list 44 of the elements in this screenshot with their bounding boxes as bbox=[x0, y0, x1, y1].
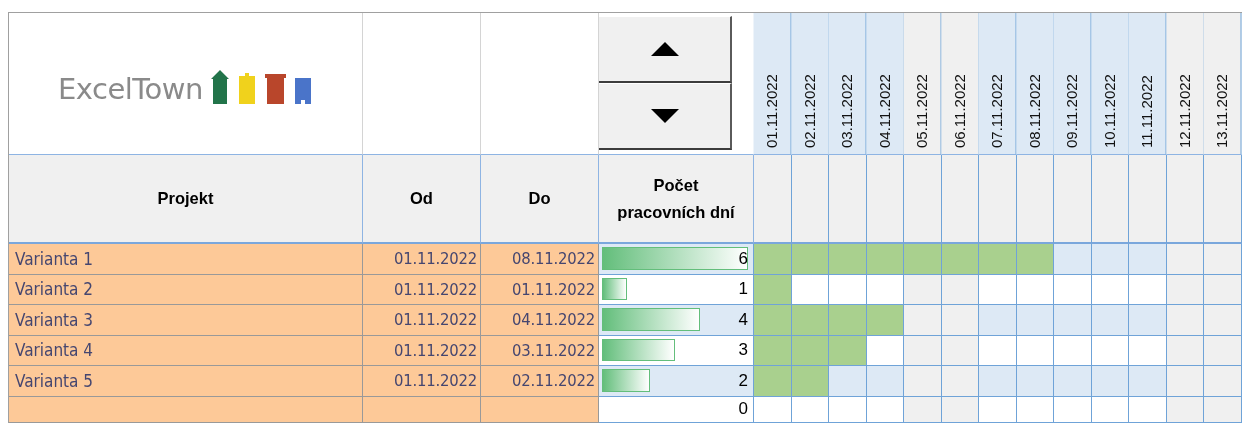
date-header: 01.11.2022 bbox=[754, 13, 792, 155]
workday-count: 4 bbox=[738, 309, 748, 330]
start-date: 01.11.2022 bbox=[363, 335, 481, 366]
date-header: 04.11.2022 bbox=[866, 13, 904, 155]
workday-count: 6 bbox=[738, 248, 748, 269]
date-header: 08.11.2022 bbox=[1016, 13, 1054, 155]
date-header: 11.11.2022 bbox=[1129, 13, 1167, 155]
end-date: 01.11.2022 bbox=[481, 274, 599, 305]
date-header: 02.11.2022 bbox=[791, 13, 829, 155]
date-header: 05.11.2022 bbox=[904, 13, 942, 155]
up-triangle-icon bbox=[650, 42, 679, 56]
date-header: 06.11.2022 bbox=[941, 13, 979, 155]
end-date: 03.11.2022 bbox=[481, 335, 599, 366]
date-header: 10.11.2022 bbox=[1091, 13, 1129, 155]
date-header: 09.11.2022 bbox=[1054, 13, 1092, 155]
end-date: 04.11.2022 bbox=[481, 305, 599, 336]
workday-count: 1 bbox=[738, 279, 748, 300]
project-name: Varianta 1 bbox=[9, 244, 363, 275]
workday-count: 0 bbox=[738, 399, 748, 419]
logo-text: ExcelTown bbox=[58, 74, 203, 104]
date-header: 12.11.2022 bbox=[1166, 13, 1204, 155]
start-date: 01.11.2022 bbox=[363, 274, 481, 305]
date-header: 13.11.2022 bbox=[1204, 13, 1242, 155]
start-date: 01.11.2022 bbox=[363, 366, 481, 397]
column-header: Počet pracovních dní bbox=[599, 155, 754, 244]
end-date: 02.11.2022 bbox=[481, 366, 599, 397]
project-name: Varianta 2 bbox=[9, 274, 363, 305]
scroll-up-button[interactable] bbox=[599, 16, 732, 83]
project-name: Varianta 3 bbox=[9, 305, 363, 336]
date-header: 07.11.2022 bbox=[979, 13, 1017, 155]
start-date: 01.11.2022 bbox=[363, 305, 481, 336]
column-header: Do bbox=[481, 155, 599, 244]
start-date: 01.11.2022 bbox=[363, 244, 481, 275]
down-triangle-icon bbox=[650, 109, 679, 123]
houses-icon bbox=[210, 69, 313, 104]
scroll-down-button[interactable] bbox=[599, 83, 732, 150]
column-header: Projekt bbox=[9, 155, 363, 244]
project-name: Varianta 5 bbox=[9, 366, 363, 397]
workday-count: 3 bbox=[738, 340, 748, 361]
end-date: 08.11.2022 bbox=[481, 244, 599, 275]
project-name: Varianta 4 bbox=[9, 335, 363, 366]
workday-count: 2 bbox=[738, 370, 748, 391]
date-header: 03.11.2022 bbox=[829, 13, 867, 155]
column-header: Od bbox=[363, 155, 481, 244]
